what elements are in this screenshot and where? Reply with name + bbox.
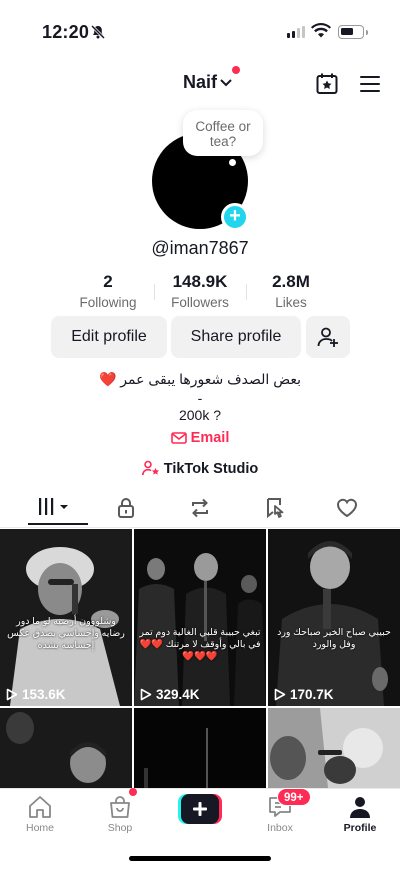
- video-grid: وشلووون أرضيه لو ما دور رضايه وإحساسي بص…: [0, 528, 400, 788]
- tab-reposts[interactable]: [189, 497, 211, 524]
- home-indicator: [129, 856, 271, 861]
- video-thumbnail[interactable]: تبغي حبيبة قلبي الغالية دوم تمر في بالي …: [134, 529, 266, 706]
- video-caption: وشلووون أرضيه لو ما دور رضايه وإحساسي بص…: [7, 616, 125, 651]
- view-count-text: 170.7K: [290, 687, 334, 702]
- add-friends-button[interactable]: [306, 316, 350, 358]
- tab-liked[interactable]: [336, 497, 358, 524]
- nav-shop[interactable]: Shop: [90, 795, 150, 834]
- bookmark-hand-icon: [267, 498, 284, 519]
- likes-count: 2.8M: [272, 272, 310, 291]
- video-thumbnail[interactable]: [0, 708, 132, 788]
- profile-stats: 2 Following 148.9K Followers 2.8M Likes: [0, 272, 400, 312]
- wifi-icon: [311, 23, 331, 38]
- calendar-star-icon[interactable]: [315, 72, 339, 96]
- view-count: 329.4K: [140, 687, 200, 702]
- tab-private[interactable]: [116, 497, 136, 524]
- play-icon: [274, 688, 286, 701]
- nav-home[interactable]: Home: [10, 795, 70, 834]
- share-profile-button[interactable]: Share profile: [171, 316, 301, 358]
- profile-note[interactable]: Coffee or tea?: [183, 110, 263, 156]
- tiktok-studio-link[interactable]: TikTok Studio: [0, 460, 400, 477]
- clock: 12:20: [42, 22, 90, 42]
- view-count-text: 153.6K: [22, 687, 66, 702]
- email-label: Email: [190, 430, 230, 446]
- active-tab-indicator: [28, 523, 88, 525]
- notification-dot: [232, 66, 240, 74]
- repost-icon: [192, 498, 208, 518]
- email-link[interactable]: Email: [0, 430, 400, 446]
- bio-line: 200k ?: [178, 407, 222, 423]
- lock-icon: [118, 498, 134, 518]
- video-caption: تبغي حبيبة قلبي الغالية دوم تمر في بالي …: [139, 627, 261, 662]
- video-thumbnail[interactable]: [268, 708, 400, 788]
- nav-profile[interactable]: Profile: [330, 795, 390, 834]
- view-count: 170.7K: [274, 687, 334, 702]
- create-video-button[interactable]: [178, 794, 222, 824]
- likes-label: Likes: [275, 295, 307, 310]
- following-count: 2: [103, 272, 113, 291]
- nav-inbox-label: Inbox: [267, 822, 293, 834]
- video-thumbnail[interactable]: [134, 708, 266, 788]
- username: @iman7867: [151, 238, 249, 258]
- tab-videos[interactable]: [38, 497, 72, 522]
- edit-profile-button[interactable]: Edit profile: [51, 316, 167, 358]
- following-label: Following: [79, 295, 137, 310]
- followers-count: 148.9K: [172, 272, 228, 291]
- video-caption: حبيبي صباح الخير صباحك ورد وفل والورد: [277, 627, 391, 650]
- add-photo-button[interactable]: +: [221, 203, 249, 231]
- play-icon: [6, 688, 18, 701]
- followers-label: Followers: [171, 295, 229, 310]
- bio-line: بعض الصدف شعورها يبقى عمر ❤️: [98, 371, 301, 387]
- shop-notification-dot: [129, 788, 137, 796]
- nav-home-label: Home: [25, 822, 54, 834]
- heart-icon: [337, 498, 357, 518]
- nav-profile-label: Profile: [343, 822, 377, 834]
- view-count: 153.6K: [6, 687, 66, 702]
- video-thumbnail-image: [134, 529, 266, 706]
- video-thumbnail-image: [0, 708, 132, 788]
- content-tabs: [0, 494, 400, 528]
- video-thumbnail-image: [134, 708, 266, 788]
- battery-icon: [338, 25, 368, 39]
- bell-off-icon: [90, 24, 106, 40]
- stat-likes[interactable]: 2.8M Likes: [241, 272, 341, 310]
- studio-person-star-icon: [141, 460, 159, 476]
- play-icon: [140, 688, 152, 701]
- account-switcher[interactable]: Naif: [183, 72, 232, 93]
- nav-shop-label: Shop: [107, 822, 133, 834]
- view-count-text: 329.4K: [156, 687, 200, 702]
- account-name: Naif: [183, 72, 218, 92]
- inbox-badge: 99+: [277, 788, 311, 806]
- note-bubble-tail: [229, 159, 236, 166]
- stat-following[interactable]: 2 Following: [58, 272, 158, 310]
- video-thumbnail-image: [268, 529, 400, 706]
- add-person-icon: [317, 327, 338, 347]
- profile-person-icon: [350, 797, 370, 818]
- profile-top-nav: Naif: [0, 62, 400, 106]
- bio-line: -: [197, 390, 203, 406]
- videos-grid-icon: [39, 498, 68, 515]
- menu-icon[interactable]: [360, 76, 380, 92]
- video-thumbnail[interactable]: وشلووون أرضيه لو ما دور رضايه وإحساسي بص…: [0, 529, 132, 706]
- video-thumbnail-image: [268, 708, 400, 788]
- envelope-icon: [170, 432, 187, 444]
- home-icon: [29, 796, 51, 818]
- chevron-down-icon: [220, 78, 232, 86]
- tab-favorites[interactable]: [265, 497, 287, 524]
- stat-followers[interactable]: 148.9K Followers: [150, 272, 250, 310]
- status-bar: 12:20: [0, 0, 400, 60]
- video-thumbnail[interactable]: حبيبي صباح الخير صباحك ورد وفل والورد 17…: [268, 529, 400, 706]
- studio-label: TikTok Studio: [163, 461, 259, 477]
- cellular-signal-icon: [287, 26, 305, 38]
- shopping-bag-icon: [110, 796, 130, 818]
